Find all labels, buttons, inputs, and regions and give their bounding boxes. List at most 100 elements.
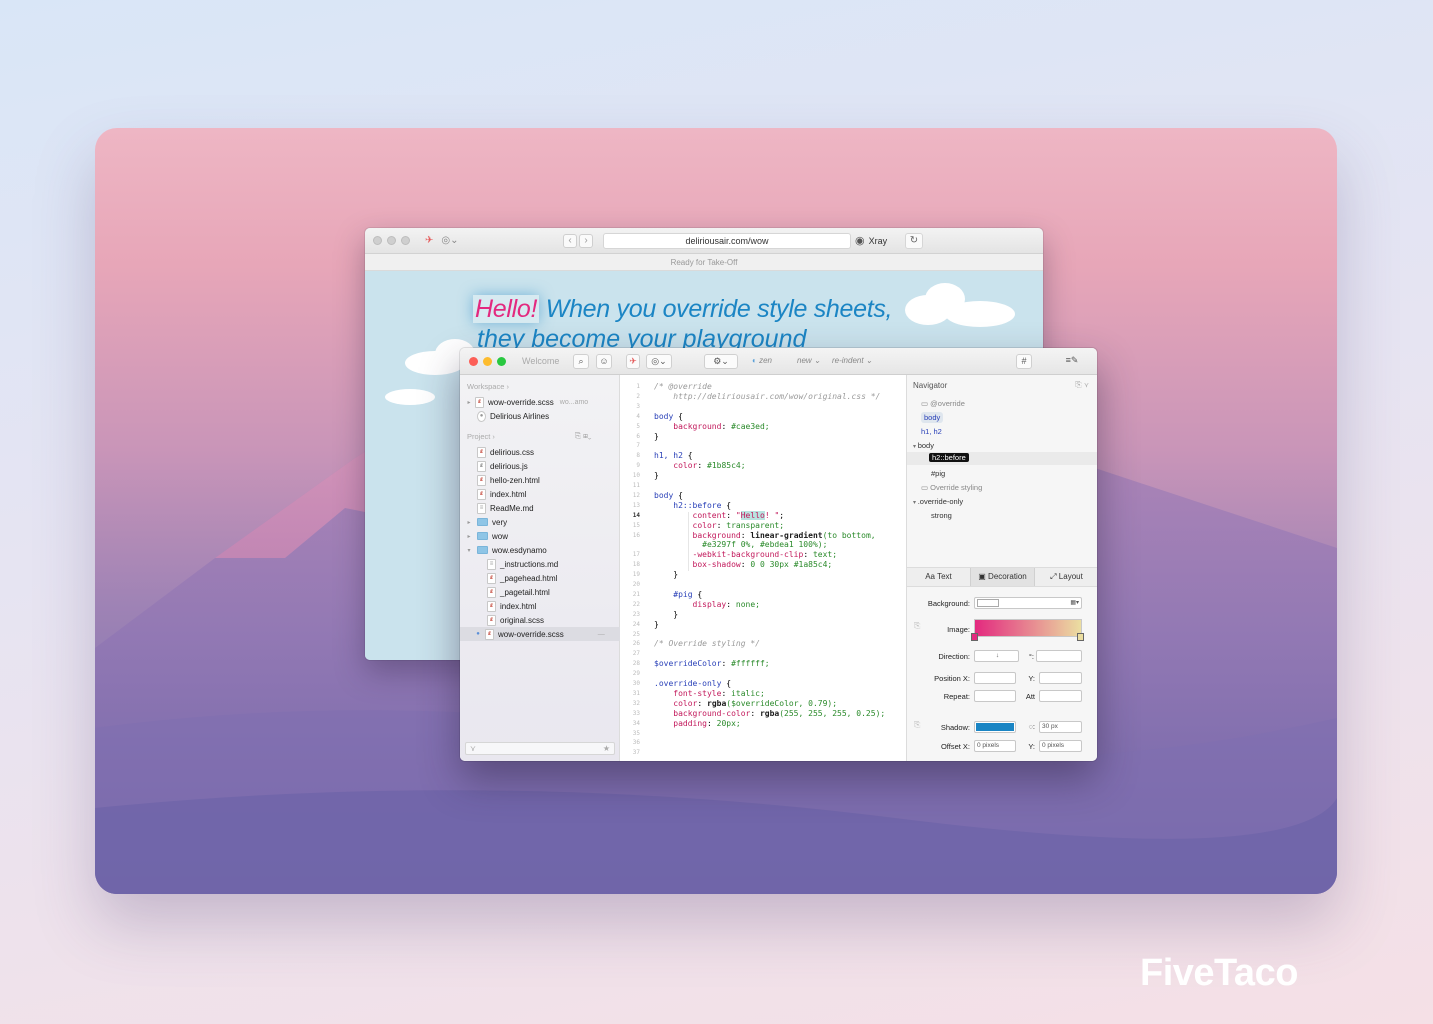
workspace-header[interactable]: Workspace ›: [467, 382, 509, 391]
reindent-button[interactable]: re-indent ⌄: [832, 356, 873, 365]
code-line[interactable]: }: [654, 570, 678, 580]
project-actions-icon[interactable]: ⎘ ⊞⌄: [575, 431, 591, 441]
code-line[interactable]: padding: 20px;: [654, 719, 740, 729]
gear-icon[interactable]: ⚙⌄: [704, 354, 738, 369]
file-item[interactable]: ɛ delirious.css: [460, 445, 620, 459]
url-field[interactable]: deliriousair.com/wow: [603, 233, 851, 249]
code-line[interactable]: }: [654, 432, 659, 442]
shadow-color-field[interactable]: [974, 721, 1016, 733]
code-line[interactable]: background-color: rgba(255, 255, 255, 0.…: [654, 709, 885, 719]
welcome-tab[interactable]: Welcome: [522, 356, 559, 366]
code-line[interactable]: h2::before {: [654, 501, 731, 511]
file-item[interactable]: ɛ delirious.js: [460, 459, 620, 473]
gradient-stop-start[interactable]: [971, 633, 978, 641]
file-item[interactable]: ɛ hello-zen.html: [460, 473, 620, 487]
new-button[interactable]: new ⌄: [797, 356, 821, 365]
nav-item-h2-before[interactable]: h2::before: [929, 453, 969, 462]
code-line[interactable]: .override-only {: [654, 679, 731, 689]
hash-button[interactable]: #: [1016, 354, 1032, 369]
code-line[interactable]: color: #1b85c4;: [654, 461, 745, 471]
code-line[interactable]: -webkit-background-clip: text;: [654, 550, 838, 560]
zoom-dot[interactable]: [401, 236, 410, 245]
xray-button[interactable]: ◉ Xray: [855, 233, 899, 249]
smiley-icon[interactable]: ☺: [596, 354, 612, 369]
code-line[interactable]: h1, h2 {: [654, 451, 693, 461]
repeat-select[interactable]: [974, 690, 1016, 702]
wrench-icon[interactable]: ≡✎: [1060, 354, 1084, 369]
nav-item-h1-h2[interactable]: h1, h2: [921, 427, 942, 436]
code-line[interactable]: content: "Hello! ";: [654, 510, 784, 521]
reload-icon[interactable]: ↻: [905, 233, 923, 249]
code-line[interactable]: color: rgba($overrideColor, 0.79);: [654, 699, 837, 709]
file-item[interactable]: ɛ index.html: [460, 487, 620, 501]
rocket-icon[interactable]: ✈: [425, 235, 433, 246]
workspace-item[interactable]: ● Delirious Airlines: [460, 409, 620, 423]
code-line[interactable]: display: none;: [654, 600, 760, 610]
code-line[interactable]: }: [654, 610, 678, 620]
direction-select[interactable]: ↓: [974, 650, 1019, 662]
target-icon[interactable]: ◎⌄: [646, 354, 672, 369]
back-icon[interactable]: ‹: [563, 234, 577, 248]
position-x-select[interactable]: [974, 672, 1016, 684]
tab-text[interactable]: Aa Text: [907, 568, 970, 586]
file-item[interactable]: ɛ _pagetail.html: [460, 585, 620, 599]
code-line[interactable]: http://deliriousair.com/wow/original.css…: [654, 392, 880, 402]
nav-item-body[interactable]: body: [921, 412, 944, 423]
file-item[interactable]: ≡ ReadMe.md: [460, 501, 620, 515]
project-header[interactable]: Project ›: [467, 432, 495, 441]
gradient-preview[interactable]: [974, 619, 1082, 637]
angle-field[interactable]: [1036, 650, 1082, 662]
code-line[interactable]: #e3297f 0%, #ebdea1 100%);: [654, 540, 827, 550]
folder-item[interactable]: ▸ very: [460, 515, 620, 529]
nav-item-pig[interactable]: #pig: [931, 469, 945, 478]
filter-field[interactable]: ⋎ ★: [465, 742, 615, 755]
search-icon[interactable]: ⌕: [573, 354, 589, 369]
code-editor[interactable]: /* @override http://deliriousair.com/wow…: [654, 375, 904, 761]
zen-button[interactable]: ◐ zen: [752, 356, 772, 365]
position-y-select[interactable]: [1039, 672, 1082, 684]
nav-item-override-only[interactable]: ▾ .override-only: [913, 497, 963, 506]
code-line[interactable]: background: #cae3ed;: [654, 422, 769, 432]
more-icon[interactable]: —: [598, 631, 605, 638]
close-dot[interactable]: [469, 356, 478, 366]
nav-item-override-styling[interactable]: ▭ Override styling: [921, 483, 982, 492]
offset-y-field[interactable]: 0 pixels: [1039, 740, 1082, 752]
code-line[interactable]: body {: [654, 491, 683, 501]
minimize-dot[interactable]: [483, 356, 492, 366]
code-line[interactable]: $overrideColor: #ffffff;: [654, 659, 770, 669]
code-line[interactable]: #pig {: [654, 590, 702, 600]
file-item[interactable]: ɛ original.scss: [460, 613, 620, 627]
workspace-item[interactable]: ▸ ɛ wow-override.scss wo...amo: [460, 395, 620, 409]
star-icon[interactable]: ★: [603, 744, 610, 753]
code-line[interactable]: }: [654, 620, 659, 630]
shadow-blur-field[interactable]: 30 px: [1039, 721, 1082, 733]
code-line[interactable]: color: transparent;: [654, 521, 785, 531]
file-item[interactable]: ɛ index.html: [460, 599, 620, 613]
folder-item[interactable]: ▾ wow.esdynamo: [460, 543, 620, 557]
code-line[interactable]: body {: [654, 412, 683, 422]
file-item[interactable]: ɛ _pagehead.html: [460, 571, 620, 585]
gradient-stop-end[interactable]: [1077, 633, 1084, 641]
code-line[interactable]: box-shadow: 0 0 30px #1a85c4;: [654, 560, 833, 570]
nav-item-override[interactable]: ▭ @override: [921, 399, 965, 408]
offset-x-field[interactable]: 0 pixels: [974, 740, 1016, 752]
tab-decoration[interactable]: ▣ Decoration: [970, 568, 1035, 586]
target-icon[interactable]: ◎⌄: [441, 235, 458, 246]
code-line[interactable]: font-style: italic;: [654, 689, 765, 699]
code-line[interactable]: /* Override styling */: [654, 639, 760, 649]
code-line[interactable]: /* @override: [654, 382, 712, 392]
file-item-selected[interactable]: ● ɛ wow-override.scss —: [460, 627, 620, 641]
file-item[interactable]: ≡ _instructions.md: [460, 557, 620, 571]
background-field[interactable]: ▦▾: [974, 597, 1082, 609]
forward-icon[interactable]: ›: [579, 234, 593, 248]
folder-item[interactable]: ▸ wow: [460, 529, 620, 543]
rocket-icon[interactable]: ✈: [626, 354, 640, 369]
code-line[interactable]: }: [654, 471, 659, 481]
nav-item-strong[interactable]: strong: [931, 511, 952, 520]
minimize-dot[interactable]: [387, 236, 396, 245]
attachment-select[interactable]: [1039, 690, 1082, 702]
zoom-dot[interactable]: [497, 356, 506, 366]
close-dot[interactable]: [373, 236, 382, 245]
nav-item-body-group[interactable]: ▾ body: [913, 441, 934, 450]
navigator-actions-icon[interactable]: ⎘ ⋎: [1075, 380, 1089, 390]
